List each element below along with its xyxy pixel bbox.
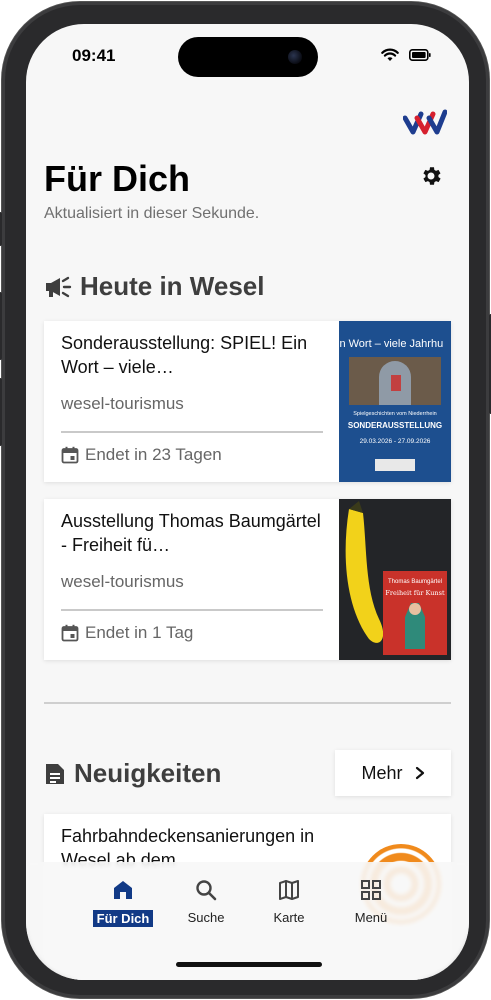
event-card-title: Sonderausstellung: SPIEL! Ein Wort – vie… (61, 333, 308, 377)
status-time: 09:41 (72, 46, 116, 65)
home-indicator[interactable] (176, 962, 322, 967)
search-icon (196, 880, 217, 901)
page-title: Für Dich (44, 158, 191, 199)
tab-label: Menü (354, 910, 388, 925)
event-poster-image: in Wort – viele Jahrhu Spielgeschichten … (339, 321, 451, 482)
card-divider (61, 431, 323, 433)
camera-icon (288, 50, 302, 64)
screen: 09:41 Für Dich Aktualisiert in dieser Se… (26, 24, 469, 980)
event-card-date-text: Endet in 1 Tag (85, 623, 194, 642)
event-poster-image: Thomas Baumgärtel Freiheit für Kunst (339, 499, 451, 660)
poster-headline: in Wort – viele Jahrhu (339, 338, 443, 350)
battery-icon (409, 49, 431, 61)
section-divider (44, 702, 451, 704)
wifi-icon (381, 48, 399, 61)
phone-frame: 09:41 Für Dich Aktualisiert in dieser Se… (0, 2, 491, 998)
volume-down-button (0, 378, 2, 446)
calendar-icon (61, 446, 79, 464)
dynamic-island (178, 37, 318, 77)
document-icon (46, 763, 64, 784)
event-card-date-text: Endet in 23 Tagen (85, 445, 222, 464)
more-news-button[interactable]: Mehr (335, 750, 451, 796)
section-heading-today-text: Heute in Wesel (80, 271, 265, 301)
poster-motto: Freiheit für Kunst (385, 589, 445, 597)
tab-label: Karte (273, 910, 305, 925)
chevron-right-icon (415, 766, 424, 780)
tab-label: Für Dich (92, 910, 154, 927)
event-card-source: wesel-tourismus (61, 394, 184, 413)
card-divider (61, 609, 323, 611)
home-icon (114, 881, 132, 899)
map-icon (279, 880, 299, 900)
grid-icon (361, 880, 381, 900)
megaphone-icon (46, 276, 72, 297)
poster-dates: 29.03.2026 - 27.09.2026 (360, 438, 431, 445)
poster-artist: Thomas Baumgärtel (388, 579, 442, 585)
volume-up-button (0, 292, 2, 360)
tab-label: Suche (187, 910, 225, 925)
status-icons (381, 48, 431, 62)
event-card-title: Ausstellung Thomas Baumgärtel - Freiheit… (61, 511, 321, 555)
event-card[interactable]: Sonderausstellung: SPIEL! Ein Wort – vie… (44, 321, 451, 482)
tab-suche[interactable]: Suche (171, 878, 241, 925)
tab-fuer-dich[interactable]: Für Dich (88, 878, 158, 927)
more-news-label: Mehr (361, 762, 403, 783)
calendar-icon (61, 624, 79, 642)
section-heading-today: Heute in Wesel (44, 271, 264, 302)
section-heading-news: Neuigkeiten (44, 758, 221, 789)
tab-menue[interactable]: Menü (336, 878, 406, 925)
gear-icon[interactable] (419, 164, 443, 188)
tab-karte[interactable]: Karte (254, 878, 324, 925)
mute-switch (0, 212, 2, 246)
event-card[interactable]: Ausstellung Thomas Baumgärtel - Freiheit… (44, 499, 451, 660)
last-updated-text: Aktualisiert in dieser Sekunde. (44, 205, 260, 222)
event-card-date: Endet in 23 Tagen (61, 445, 222, 465)
wesel-logo (403, 109, 447, 135)
poster-exhibition: SONDERAUSSTELLUNG (348, 421, 442, 430)
event-card-date: Endet in 1 Tag (61, 623, 193, 643)
section-heading-news-text: Neuigkeiten (74, 758, 222, 788)
poster-subline: Spielgeschichten vom Niederrhein (353, 411, 436, 417)
event-card-source: wesel-tourismus (61, 572, 184, 591)
